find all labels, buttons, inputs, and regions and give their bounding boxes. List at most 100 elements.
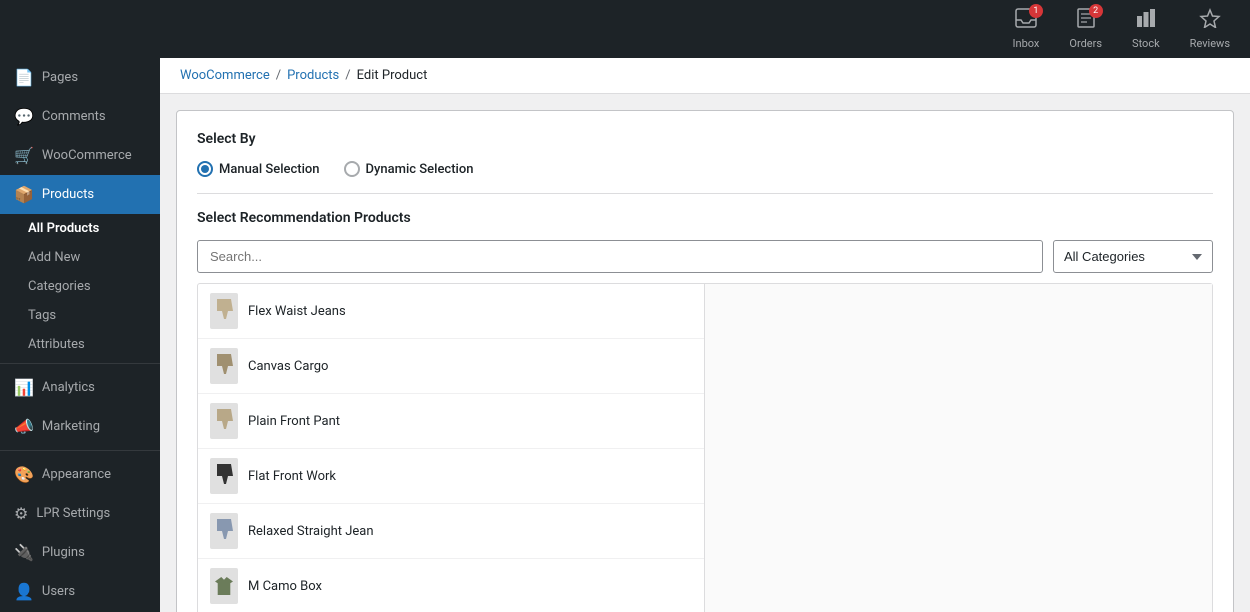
orders-badge: 2 [1089,4,1103,18]
stock-icon [1135,8,1157,33]
breadcrumb: WooCommerce / Products / Edit Product [160,58,1250,94]
users-icon: 👤 [14,582,34,601]
breadcrumb-current: Edit Product [357,68,428,83]
panel-divider [197,193,1213,194]
product-name: Flat Front Work [248,469,336,484]
marketing-icon: 📣 [14,417,34,436]
section-title: Select Recommendation Products [197,210,1213,226]
product-thumbnail [210,348,238,384]
sidebar-item-users[interactable]: 👤 Users [0,572,160,611]
sidebar-item-lpr[interactable]: ⚙ LPR Settings [0,494,160,533]
woo-icon: 🛒 [14,146,34,165]
search-row: All Categories Pants Shirts T-Shirts Jea… [197,240,1213,273]
list-item[interactable]: Relaxed Straight Jean [198,504,704,559]
category-select[interactable]: All Categories Pants Shirts T-Shirts Jea… [1053,240,1213,273]
product-name: Canvas Cargo [248,359,328,374]
top-bar: 1 Inbox 2 Orders Stock [0,0,1250,58]
sidebar-label-appearance: Appearance [42,467,111,482]
sidebar-item-products[interactable]: 📦 Products [0,175,160,214]
sidebar-sub-categories[interactable]: Categories [0,272,160,301]
sidebar-label-pages: Pages [42,70,78,85]
stock-nav[interactable]: Stock [1132,8,1160,50]
dynamic-selection-radio[interactable] [344,161,360,177]
sidebar-label-users: Users [42,584,75,599]
reviews-label: Reviews [1190,37,1230,50]
sidebar-label-woo: WooCommerce [42,148,132,163]
reviews-icon [1199,8,1221,33]
sidebar-sub-attributes[interactable]: Attributes [0,330,160,359]
dynamic-selection-label: Dynamic Selection [366,162,474,177]
orders-nav[interactable]: 2 Orders [1069,8,1102,50]
all-products-label: All Products [28,221,99,236]
categories-label: Categories [28,279,91,294]
sidebar-label-analytics: Analytics [42,380,95,395]
inbox-badge: 1 [1029,4,1043,18]
sidebar-item-comments[interactable]: 💬 Comments [0,97,160,136]
search-input[interactable] [197,240,1043,273]
appearance-icon: 🎨 [14,465,34,484]
sidebar-label-products: Products [42,187,94,202]
list-item[interactable]: M Camo Box [198,559,704,612]
tags-label: Tags [28,308,56,323]
sidebar-item-plugins[interactable]: 🔌 Plugins [0,533,160,572]
sidebar-item-woocommerce[interactable]: 🛒 WooCommerce [0,136,160,175]
sidebar-label-marketing: Marketing [42,419,100,434]
list-item[interactable]: Flat Front Work [198,449,704,504]
product-name: Plain Front Pant [248,414,340,429]
breadcrumb-woocommerce[interactable]: WooCommerce [180,68,270,83]
product-thumbnail [210,458,238,494]
main-panel: Select By Manual Selection Dynamic Selec… [176,110,1234,612]
list-item[interactable]: Canvas Cargo [198,339,704,394]
lpr-icon: ⚙ [14,504,28,523]
product-thumbnail [210,293,238,329]
breadcrumb-sep-1: / [276,68,281,83]
analytics-icon: 📊 [14,378,34,397]
select-by-label: Select By [197,131,1213,147]
orders-label: Orders [1069,37,1102,50]
stock-label: Stock [1132,37,1160,50]
reviews-nav[interactable]: Reviews [1190,8,1230,50]
inbox-label: Inbox [1013,37,1040,50]
product-name: Relaxed Straight Jean [248,524,374,539]
products-container: Flex Waist Jeans Canvas Cargo Plain Front … [197,283,1213,612]
comments-icon: 💬 [14,107,34,126]
list-item[interactable]: Plain Front Pant [198,394,704,449]
product-thumbnail [210,403,238,439]
add-new-label: Add New [28,250,80,265]
sidebar-label-lpr: LPR Settings [36,506,110,521]
product-name: M Camo Box [248,579,322,594]
sidebar-item-marketing[interactable]: 📣 Marketing [0,407,160,446]
manual-selection-option[interactable]: Manual Selection [197,161,320,177]
breadcrumb-sep-2: / [345,68,350,83]
inbox-icon: 1 [1015,8,1037,33]
sidebar-label-comments: Comments [42,109,106,124]
product-name: Flex Waist Jeans [248,304,346,319]
pages-icon: 📄 [14,68,34,87]
radio-group: Manual Selection Dynamic Selection [197,161,1213,177]
sidebar-item-appearance[interactable]: 🎨 Appearance [0,455,160,494]
sidebar-sub-tags[interactable]: Tags [0,301,160,330]
sidebar-sub-add-new[interactable]: Add New [0,243,160,272]
dynamic-selection-option[interactable]: Dynamic Selection [344,161,474,177]
layout: 📄 Pages 💬 Comments 🛒 WooCommerce 📦 Produ… [0,58,1250,612]
product-list: Flex Waist Jeans Canvas Cargo Plain Front … [198,284,705,612]
inbox-nav[interactable]: 1 Inbox [1013,8,1040,50]
sidebar-divider-2 [0,450,160,451]
main-content: WooCommerce / Products / Edit Product Se… [160,58,1250,612]
sidebar-label-plugins: Plugins [42,545,85,560]
products-icon: 📦 [14,185,34,204]
sidebar-sub-all-products[interactable]: All Products [0,214,160,243]
product-thumbnail [210,513,238,549]
sidebar-item-analytics[interactable]: 📊 Analytics [0,368,160,407]
manual-selection-label: Manual Selection [219,162,320,177]
list-item[interactable]: Flex Waist Jeans [198,284,704,339]
orders-icon: 2 [1075,8,1097,33]
attributes-label: Attributes [28,337,85,352]
sidebar: 📄 Pages 💬 Comments 🛒 WooCommerce 📦 Produ… [0,58,160,612]
product-thumbnail [210,568,238,604]
breadcrumb-products[interactable]: Products [287,68,339,83]
plugins-icon: 🔌 [14,543,34,562]
manual-selection-radio[interactable] [197,161,213,177]
selected-products-panel [705,284,1212,612]
sidebar-item-pages[interactable]: 📄 Pages [0,58,160,97]
